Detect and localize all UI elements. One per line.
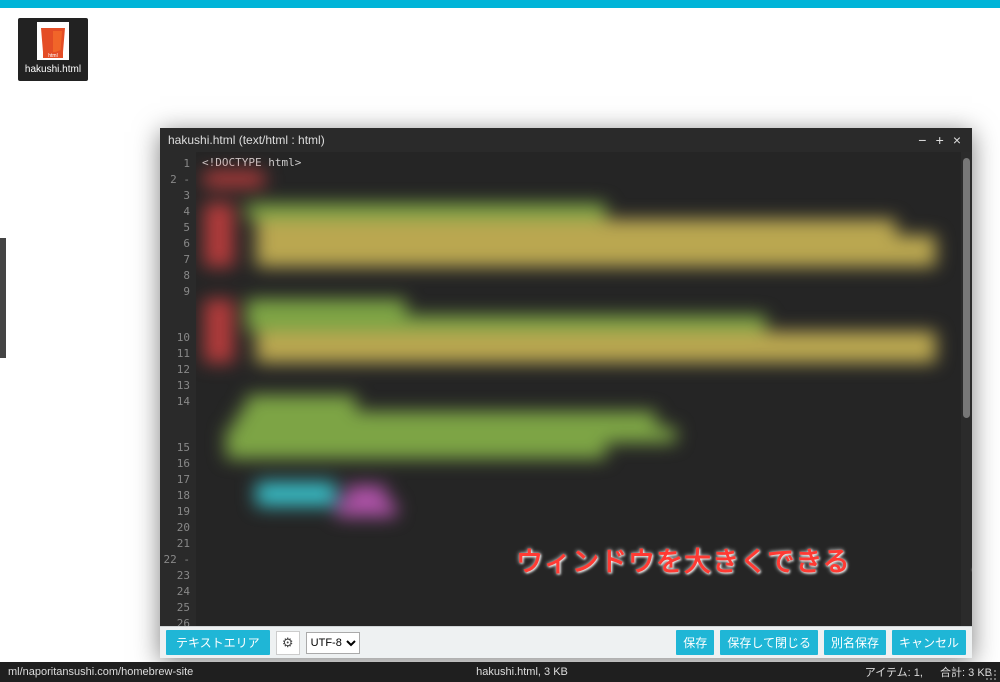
desktop-file-icon[interactable]: html hakushi.html bbox=[18, 18, 88, 81]
line-number: 6 bbox=[160, 236, 190, 252]
window-close-icon[interactable]: × bbox=[950, 133, 964, 147]
status-total: 合計: 3 KB bbox=[940, 667, 992, 679]
save-close-button[interactable]: 保存して閉じる bbox=[720, 630, 818, 655]
line-number: 4 bbox=[160, 204, 190, 220]
line-number: 19 bbox=[160, 504, 190, 520]
window-maximize-icon[interactable]: + bbox=[933, 133, 947, 147]
line-number: 24 bbox=[160, 584, 190, 600]
line-number: 1 bbox=[160, 156, 190, 172]
encoding-select[interactable]: UTF-8 bbox=[306, 632, 360, 654]
line-number: 13 bbox=[160, 378, 190, 394]
editor-window: hakushi.html (text/html : html) − + × 12… bbox=[160, 128, 972, 658]
settings-gear-button[interactable]: ⚙ bbox=[276, 631, 300, 655]
window-minimize-icon[interactable]: − bbox=[915, 133, 929, 147]
line-number: 2 bbox=[160, 172, 190, 188]
line-number: 7 bbox=[160, 252, 190, 268]
line-number: 12 bbox=[160, 362, 190, 378]
html5-icon: html bbox=[37, 22, 69, 60]
line-number: 26 bbox=[160, 616, 190, 626]
status-center: hakushi.html, 3 KB bbox=[193, 666, 851, 678]
line-number: 9 bbox=[160, 284, 190, 300]
line-number: 10 bbox=[160, 330, 190, 346]
line-number: 5 bbox=[160, 220, 190, 236]
code-area[interactable]: 1234567891011121314151617181920212223242… bbox=[160, 152, 972, 626]
save-as-button[interactable]: 別名保存 bbox=[824, 630, 886, 655]
gear-icon: ⚙ bbox=[282, 635, 294, 651]
desktop: html hakushi.html hakushi.html (text/htm… bbox=[0, 8, 1000, 662]
line-number: 16 bbox=[160, 456, 190, 472]
resize-grip-icon[interactable] bbox=[986, 668, 998, 680]
vertical-scroll-thumb[interactable] bbox=[963, 158, 970, 418]
line-number: 11 bbox=[160, 346, 190, 362]
os-taskbar bbox=[0, 0, 1000, 8]
os-statusbar: ml/naporitansushi.com/homebrew-site haku… bbox=[0, 662, 1000, 682]
svg-text:html: html bbox=[48, 53, 57, 59]
annotation-text: ウィンドウを大きくできる bbox=[516, 540, 851, 579]
annotation-arrow-icon bbox=[968, 564, 972, 626]
editor-title: hakushi.html (text/html : html) bbox=[168, 133, 325, 147]
line-number: 21 bbox=[160, 536, 190, 552]
vertical-scroll-track[interactable] bbox=[961, 152, 972, 626]
textarea-toggle-button[interactable]: テキストエリア bbox=[166, 630, 270, 655]
line-number: 15 bbox=[160, 440, 190, 456]
status-items: アイテム: 1, bbox=[865, 667, 923, 679]
line-number: 20 bbox=[160, 520, 190, 536]
line-number: 3 bbox=[160, 188, 190, 204]
line-number: 17 bbox=[160, 472, 190, 488]
line-number: 25 bbox=[160, 600, 190, 616]
line-number: 22 bbox=[160, 552, 190, 568]
line-number: 8 bbox=[160, 268, 190, 284]
line-number: 23 bbox=[160, 568, 190, 584]
line-number: 14 bbox=[160, 394, 190, 410]
desktop-file-label: hakushi.html bbox=[25, 64, 81, 75]
cancel-button[interactable]: キャンセル bbox=[892, 630, 966, 655]
editor-titlebar[interactable]: hakushi.html (text/html : html) − + × bbox=[160, 128, 972, 152]
save-button[interactable]: 保存 bbox=[676, 630, 714, 655]
code-content[interactable]: <!DOCTYPE html> bbox=[196, 152, 972, 626]
status-path: ml/naporitansushi.com/homebrew-site bbox=[8, 666, 193, 678]
line-number: 18 bbox=[160, 488, 190, 504]
line-number-gutter: 1234567891011121314151617181920212223242… bbox=[160, 152, 196, 626]
editor-toolbar: テキストエリア ⚙ UTF-8 保存 保存して閉じる 別名保存 キャンセル bbox=[160, 626, 972, 658]
left-edge-strip bbox=[0, 238, 6, 358]
